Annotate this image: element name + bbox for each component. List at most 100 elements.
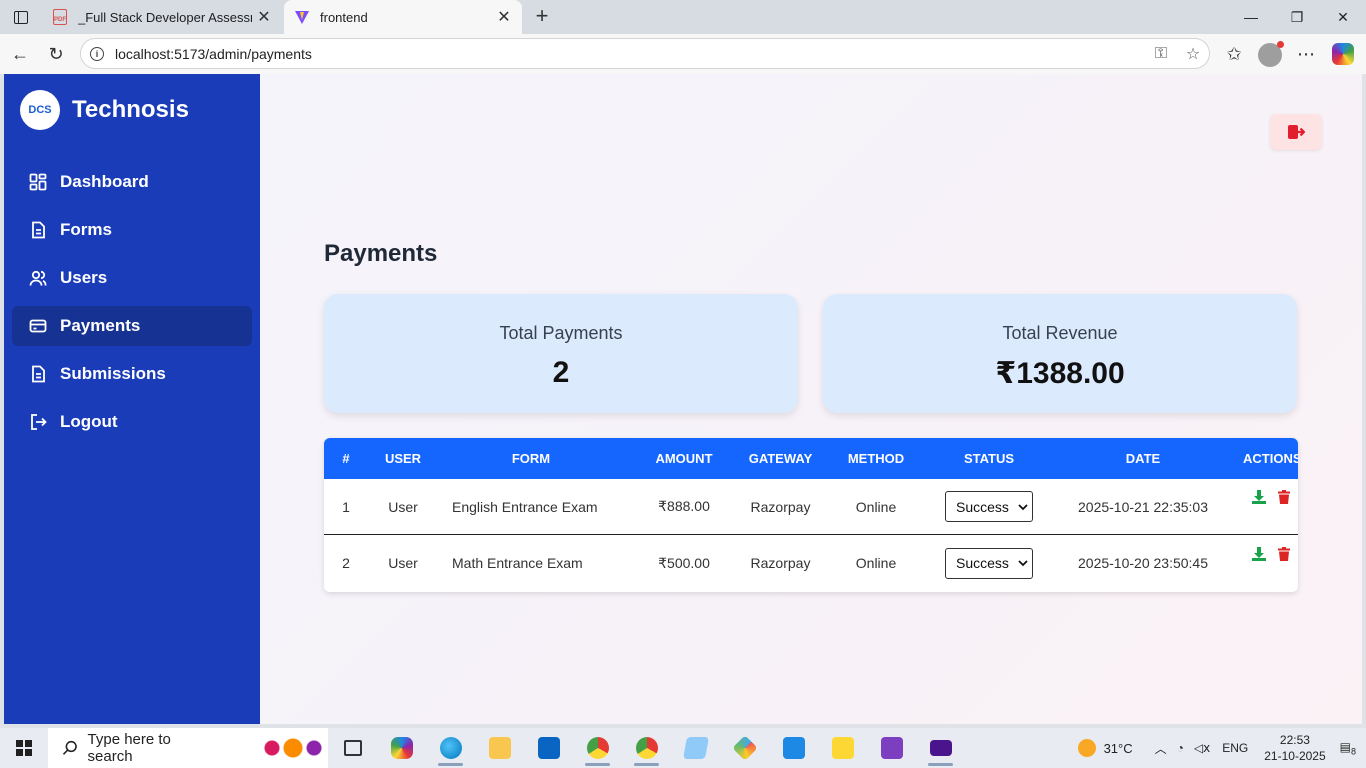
url-text[interactable]: localhost:5173/admin/payments [115, 46, 1145, 62]
new-tab-button[interactable]: + [530, 3, 554, 29]
site-info-icon[interactable]: i [90, 46, 104, 61]
back-button[interactable]: ← [6, 40, 34, 68]
browser-tab-strip: PDF _Full Stack Developer Assessment ✕ f… [0, 0, 1366, 34]
network-icon[interactable]: ◔ [1177, 741, 1184, 755]
row-gateway: Razorpay [750, 555, 811, 571]
row-actions [1243, 546, 1298, 572]
row-date: 2025-10-21 22:35:03 [1078, 498, 1208, 515]
status-select[interactable]: Success [945, 491, 1033, 522]
clock-date: 21-10-2025 [1264, 749, 1326, 763]
column-header: METHOD [847, 451, 905, 466]
sidebar-item-logout[interactable]: Logout [12, 402, 252, 442]
status-value: Success [956, 555, 1009, 571]
folder-icon [488, 737, 511, 759]
page-title: Payments [324, 240, 438, 267]
trash-icon[interactable] [1277, 546, 1290, 561]
outlook-app[interactable] [524, 728, 573, 768]
tab-actions-icon[interactable] [8, 5, 34, 29]
file-explorer-app[interactable] [475, 728, 524, 768]
clock[interactable]: 22:53 21-10-2025 [1264, 732, 1325, 764]
column-header: ACTIONS [1243, 451, 1298, 466]
trash-icon[interactable] [1277, 490, 1290, 504]
chrome-profile-app[interactable] [622, 728, 671, 768]
row-method: Online [855, 555, 897, 571]
tab-title: frontend [320, 9, 368, 25]
clock-time: 22:53 [1279, 733, 1310, 747]
logout-icon [31, 414, 47, 430]
taskbar-search[interactable]: Type here to search [48, 728, 328, 768]
close-window-button[interactable]: ✕ [1320, 0, 1366, 34]
weather-icon[interactable] [1077, 739, 1096, 757]
reload-button[interactable]: ↻ [42, 40, 70, 68]
sidebar-item-dashboard[interactable]: Dashboard [12, 162, 252, 202]
vscode-app[interactable] [769, 728, 818, 768]
temperature[interactable]: 31°C [1104, 741, 1133, 756]
table-row: 2 User Math Entrance Exam ₹500.00 Razorp… [324, 535, 1298, 591]
visual-studio-app[interactable] [867, 728, 916, 768]
sidebar-item-label: Dashboard [60, 172, 149, 191]
vite-icon [294, 9, 310, 25]
sidebar-menu: Dashboard Forms Users Payments Submissio… [12, 162, 252, 450]
row-gateway: Razorpay [750, 498, 811, 515]
notes-app[interactable] [671, 728, 720, 768]
brand-logo: DCS [20, 90, 60, 130]
stat-label: Total Payments [499, 323, 623, 343]
sidebar-item-submissions[interactable]: Submissions [12, 354, 252, 394]
admin-app: DCS Technosis Dashboard Forms Users Paym… [4, 74, 1362, 724]
volume-icon[interactable]: ◁ⅹ [1194, 741, 1210, 755]
notification-icon[interactable]: ▤8 [1340, 740, 1356, 756]
key-icon[interactable]: ⚿ [1145, 45, 1177, 63]
language-indicator[interactable]: ENG [1222, 741, 1248, 755]
start-button[interactable] [0, 728, 48, 768]
copilot-icon [390, 737, 413, 759]
row-actions [1243, 490, 1298, 515]
address-bar[interactable]: i localhost:5173/admin/payments ⚿ ☆ [80, 38, 1210, 69]
close-tab-icon[interactable]: ✕ [252, 7, 276, 27]
copilot-icon[interactable] [1332, 43, 1354, 65]
vscode-icon [782, 737, 805, 759]
row-user: User [388, 498, 418, 515]
row-form: English Entrance Exam [452, 498, 598, 515]
sidebar-item-label: Forms [60, 220, 112, 239]
favorites-icon[interactable]: ✩ [1220, 40, 1248, 68]
windows-icon [16, 740, 32, 756]
git-app[interactable] [720, 728, 769, 768]
minimize-button[interactable]: — [1228, 0, 1274, 34]
task-view-icon [343, 740, 362, 756]
sidebar-item-label: Submissions [60, 364, 166, 383]
total-revenue-card: Total Revenue ₹1388.00 [823, 294, 1297, 413]
browser-tab-assessment[interactable]: PDF _Full Stack Developer Assessment ✕ [42, 0, 282, 34]
copilot-app[interactable] [377, 728, 426, 768]
column-header: FORM [511, 451, 551, 466]
task-view-button[interactable] [328, 728, 377, 768]
chrome-app[interactable] [573, 728, 622, 768]
more-menu-icon[interactable]: ⋯ [1292, 40, 1320, 68]
tray-chevron-icon[interactable]: ︿ [1155, 740, 1167, 757]
restore-button[interactable]: ❐ [1274, 0, 1320, 34]
sidebar-item-users[interactable]: Users [12, 258, 252, 298]
browser-tab-frontend[interactable]: frontend ✕ [284, 0, 522, 34]
tool-app[interactable] [818, 728, 867, 768]
column-header: USER [384, 451, 422, 466]
terminal-app[interactable] [916, 728, 965, 768]
favorite-star-icon[interactable]: ☆ [1177, 44, 1209, 64]
download-icon[interactable] [1251, 490, 1266, 504]
profile-avatar[interactable] [1258, 41, 1284, 67]
edge-icon [439, 737, 462, 759]
table-row: 1 User English Entrance Exam ₹888.00 Raz… [324, 479, 1298, 535]
sidebar-item-payments[interactable]: Payments [12, 306, 252, 346]
logout-button[interactable] [1270, 114, 1322, 150]
edge-app[interactable] [426, 728, 475, 768]
status-select[interactable]: Success [945, 547, 1033, 579]
windows-taskbar: Type here to search 31°C ︿ ◔ ◁ⅹ ENG 22:5… [0, 728, 1366, 768]
close-tab-icon[interactable]: ✕ [492, 7, 516, 27]
outlook-icon [537, 737, 560, 759]
notes-icon [682, 737, 709, 759]
sidebar-item-forms[interactable]: Forms [12, 210, 252, 250]
tab-title: _Full Stack Developer Assessment [78, 9, 252, 25]
download-icon[interactable] [1251, 546, 1266, 561]
visual-studio-icon [880, 737, 903, 759]
search-placeholder: Type here to search [87, 731, 171, 765]
search-highlight-image [258, 732, 328, 764]
git-icon [731, 735, 758, 761]
